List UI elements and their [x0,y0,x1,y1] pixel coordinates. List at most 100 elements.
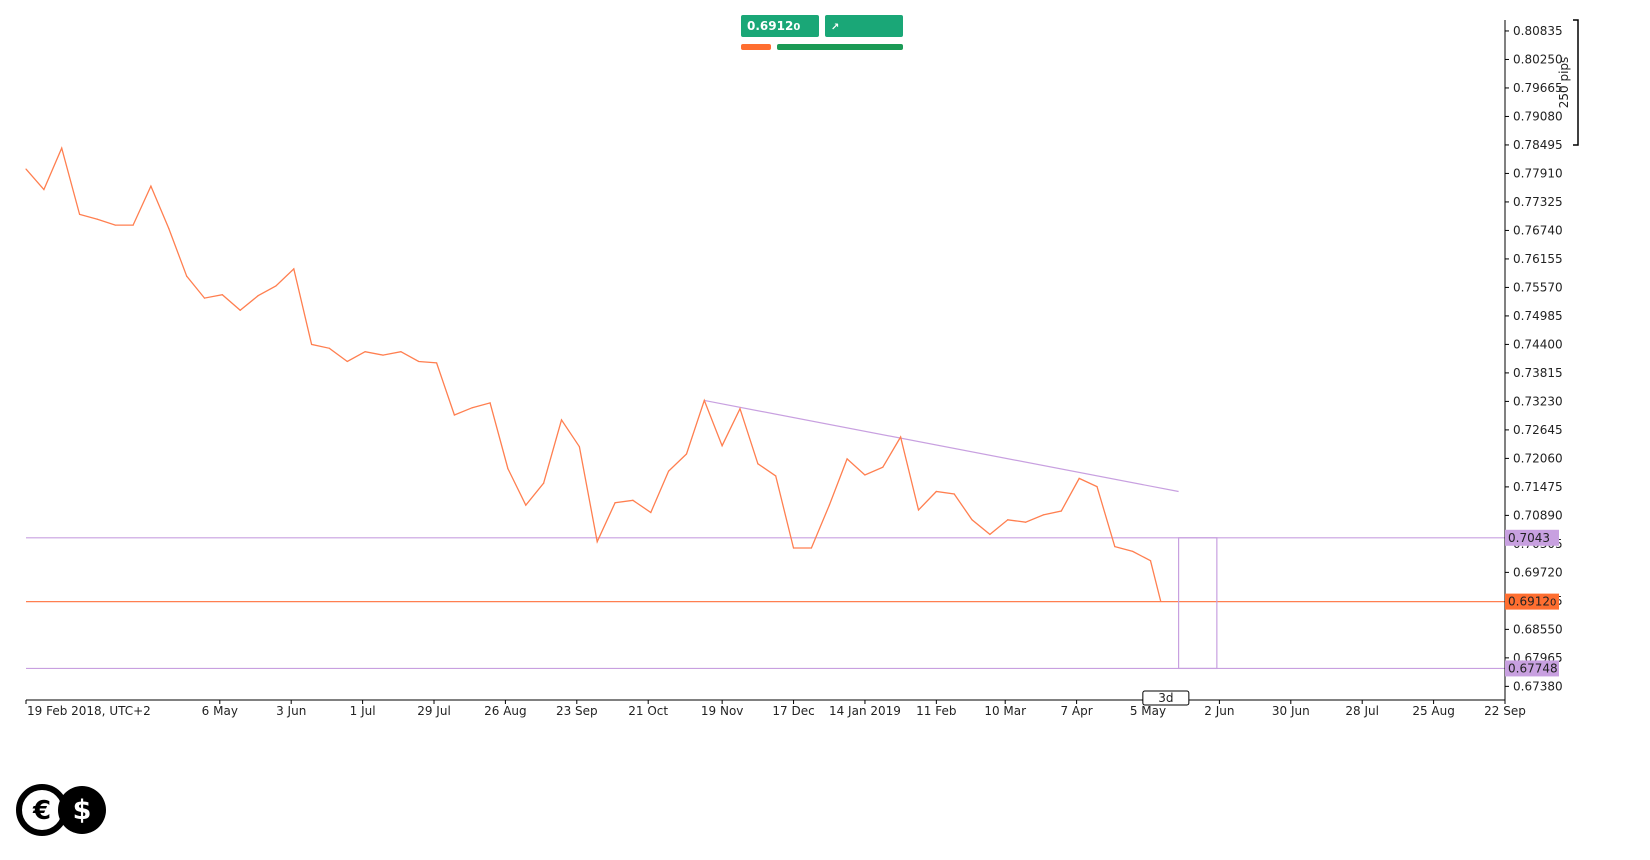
y-tick-label: 0.74400 [1513,337,1563,351]
price-point [311,343,313,346]
x-tick-label: 6 May [202,704,238,718]
y-tick-label: 0.72645 [1513,423,1563,437]
y-tick-label: 0.80835 [1513,24,1563,38]
price-series-layer [25,146,1162,602]
x-tick-label: 10 Mar [984,704,1026,718]
euro-symbol: € [32,796,51,826]
sell-price-button[interactable]: 0.69120 ↗ [741,15,819,57]
buy-arrow-icon: ↗ [831,22,840,33]
horizontal-levels[interactable] [26,537,1505,670]
price-point [186,275,188,277]
price-point [703,399,705,402]
price-point [168,227,170,230]
price-point [882,466,884,468]
y-tick-label: 0.79080 [1513,109,1563,123]
y-tick-label: 0.74985 [1513,309,1563,323]
price-point [989,533,991,535]
price-point [203,297,206,299]
price-point [453,414,455,416]
y-tick-label: 0.67380 [1513,679,1563,693]
x-tick-label: 25 Aug [1412,704,1455,718]
price-point [739,408,741,410]
price-point [507,468,509,470]
y-tick-label: 0.76155 [1513,252,1563,266]
price-point [25,168,27,170]
price-line [25,146,1162,602]
pips-scale: 250 pips [1557,19,1579,146]
y-tick-label: 0.79665 [1513,81,1563,95]
x-tick-label: 11 Feb [916,704,956,718]
price-point [1060,510,1062,512]
price-point [685,453,688,455]
price-point [560,419,563,421]
price-point [1078,477,1080,479]
trendline[interactable] [704,399,1179,493]
price-point [1132,550,1134,553]
price-point [78,213,81,215]
price-point [61,147,63,149]
price-point [828,504,830,506]
price-point [596,541,598,543]
price-point [668,470,670,472]
level-label-2: 0.67748 [1508,661,1558,675]
price-point [1114,545,1116,548]
price-point [382,354,384,356]
price-point [96,218,98,220]
price-point [364,351,366,353]
y-tick-label: 0.75570 [1513,280,1563,294]
price-point [810,547,813,549]
price-point [275,285,277,287]
y-tick-label: 0.70890 [1513,508,1563,522]
price-point [792,547,795,549]
y-tick-label: 0.72060 [1513,451,1563,465]
pips-scale-bracket [1573,19,1579,146]
level-label-small-digit: 0 [1550,598,1556,609]
price-point [132,224,134,226]
x-axis: 19 Feb 2018, UTC+2 6 May 3 Jun 1 Jul 29 Jul 2… [25,690,1526,718]
x-tick-label: 7 Apr [1060,704,1092,718]
price-point [471,407,473,409]
y-tick-label: 0.73815 [1513,366,1563,380]
x-tick-label: 22 Sep [1484,704,1526,718]
sell-price-small-digit: 0 [793,22,801,33]
level-label-0: 0.7043 [1508,531,1550,545]
price-point [846,458,848,460]
y-tick-label: 0.77325 [1513,195,1563,209]
buy-volume-bar [777,44,903,50]
price-point [1007,519,1009,521]
price-point [293,268,295,270]
trendline-layer [704,399,1218,670]
x-tick-label: 30 Jun [1272,704,1310,718]
price-point [221,294,223,296]
price-point [346,360,348,363]
chart-canvas: 0.80835 0.80250 0.79665 0.79080 0.78495 0.779… [25,19,1579,718]
y-tick-label: 0.78495 [1513,138,1563,152]
price-point [114,224,116,226]
price-point [953,493,955,495]
x-tick-label: 1 Jul [350,704,376,718]
price-point [650,511,652,514]
price-point [900,436,902,438]
price-point [525,504,527,506]
price-point [150,185,152,187]
sell-volume-bar [741,44,771,50]
x-tick-label: 19 Nov [701,704,744,718]
x-tick-label: 29 Jul [417,704,451,718]
price-point [721,445,723,447]
level-label-1: 0.69120 [1508,595,1556,609]
price-point [418,360,420,363]
price-point [864,474,866,476]
projection-box[interactable] [1177,537,1218,670]
x-tick-label: 14 Jan 2019 [829,704,901,718]
buy-price-button[interactable]: ↗ 0.69124 [825,15,903,57]
price-point [757,463,759,465]
price-point [971,519,973,521]
price-point [935,490,937,493]
price-point [578,446,580,448]
price-point [775,475,777,477]
price-point [1025,521,1027,523]
timeframe-label: 3d [1158,691,1173,705]
price-point [1096,486,1098,488]
x-tick-label: 17 Dec [772,704,814,718]
pips-scale-label: 250 pips [1557,57,1571,109]
